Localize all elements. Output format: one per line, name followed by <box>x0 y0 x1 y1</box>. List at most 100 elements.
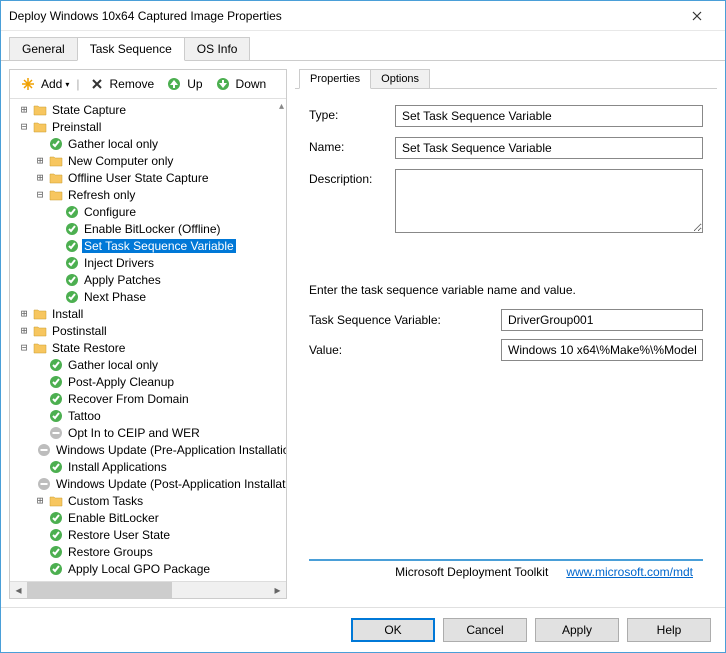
tree-node[interactable]: Tattoo <box>10 407 286 424</box>
tree-node[interactable]: ⊟ Refresh only <box>10 186 286 203</box>
tree-node[interactable]: ⊟ Preinstall <box>10 118 286 135</box>
scroll-up-arrow[interactable]: ▴ <box>279 101 284 112</box>
tree-node-label: Set Task Sequence Variable <box>82 239 236 253</box>
tree-node[interactable]: Windows Update (Pre-Application Installa… <box>10 441 286 458</box>
tree-node-label: Tattoo <box>66 409 103 423</box>
expand-icon[interactable]: ⊞ <box>18 307 30 320</box>
variable-label: Task Sequence Variable: <box>309 313 501 327</box>
props-tab-options[interactable]: Options <box>370 69 430 88</box>
scroll-right-arrow[interactable]: ▸ <box>269 583 286 597</box>
scroll-track[interactable] <box>27 582 269 598</box>
expand-icon[interactable]: ⊞ <box>18 103 30 116</box>
expand-icon[interactable]: ⊞ <box>18 324 30 337</box>
variable-input[interactable] <box>501 309 703 331</box>
check-icon <box>48 544 64 560</box>
value-label: Value: <box>309 343 501 357</box>
tree-node-label: Refresh only <box>66 188 137 202</box>
tree-node[interactable]: Apply Local GPO Package <box>10 560 286 577</box>
cancel-button[interactable]: Cancel <box>443 618 527 642</box>
tree-node[interactable]: Opt In to CEIP and WER <box>10 424 286 441</box>
down-icon <box>215 76 231 92</box>
tree-node[interactable]: Restore Groups <box>10 543 286 560</box>
tree-node[interactable]: Gather local only <box>10 356 286 373</box>
collapse-icon[interactable]: ⊟ <box>34 188 46 201</box>
expand-icon[interactable]: ⊞ <box>34 579 46 581</box>
apply-button[interactable]: Apply <box>535 618 619 642</box>
folder-icon <box>32 340 48 356</box>
tree-node-label: Preinstall <box>50 120 103 134</box>
scroll-left-arrow[interactable]: ◂ <box>10 583 27 597</box>
tree-node[interactable]: Install Applications <box>10 458 286 475</box>
name-input[interactable] <box>395 137 703 159</box>
folder-icon <box>48 170 64 186</box>
tree-node[interactable]: Apply Patches <box>10 271 286 288</box>
up-label: Up <box>187 77 202 91</box>
task-sequence-pane: Add ▾ | Remove Up Down ⊞State Capt <box>9 69 287 599</box>
value-input[interactable] <box>501 339 703 361</box>
tree-node-label: Gather local only <box>66 358 160 372</box>
help-button[interactable]: Help <box>627 618 711 642</box>
folder-icon <box>48 153 64 169</box>
tree-node[interactable]: ⊞Offline User State Capture <box>10 169 286 186</box>
tree-node[interactable]: ⊞Install <box>10 305 286 322</box>
up-button[interactable]: Up <box>160 74 206 94</box>
main-tabs: GeneralTask SequenceOS Info <box>1 35 725 61</box>
down-button[interactable]: Down <box>209 74 271 94</box>
up-icon <box>166 76 182 92</box>
tree-node[interactable]: ⊟State Restore <box>10 339 286 356</box>
expand-icon[interactable]: ⊞ <box>34 494 46 507</box>
folder-icon <box>48 187 64 203</box>
tree-node-label: Custom Tasks <box>66 494 145 508</box>
tree-node[interactable]: Recover From Domain <box>10 390 286 407</box>
main-tab-general[interactable]: General <box>9 37 78 60</box>
tree-node[interactable]: Enable BitLocker <box>10 509 286 526</box>
name-label: Name: <box>309 137 395 154</box>
description-input[interactable] <box>395 169 703 233</box>
tree-node[interactable]: ⊞State Capture <box>10 101 286 118</box>
props-tab-properties[interactable]: Properties <box>299 69 371 89</box>
hint-text: Enter the task sequence variable name an… <box>309 283 703 297</box>
main-tab-os-info[interactable]: OS Info <box>184 37 251 60</box>
tree-scroll[interactable]: ⊞State Capture ⊟ Preinstall Gather local on… <box>10 99 286 581</box>
check-icon <box>48 510 64 526</box>
tree-node-label: Gather local only <box>66 137 160 151</box>
toolbar: Add ▾ | Remove Up Down <box>10 70 286 99</box>
check-icon <box>64 289 80 305</box>
check-icon <box>48 357 64 373</box>
horizontal-scrollbar[interactable]: ◂ ▸ <box>10 581 286 598</box>
expand-icon[interactable]: ⊞ <box>34 154 46 167</box>
expand-icon[interactable]: ⊞ <box>34 171 46 184</box>
tree-node[interactable]: ⊞Imaging <box>10 577 286 581</box>
main-tab-task-sequence[interactable]: Task Sequence <box>77 37 185 61</box>
dash-icon <box>36 476 52 492</box>
tree-node[interactable]: ⊞Postinstall <box>10 322 286 339</box>
mdt-link[interactable]: www.microsoft.com/mdt <box>566 565 693 579</box>
ok-button[interactable]: OK <box>351 618 435 642</box>
check-icon <box>64 238 80 254</box>
add-button[interactable]: Add ▾ <box>14 74 73 94</box>
tree-node[interactable]: Restore User State <box>10 526 286 543</box>
dash-icon <box>48 425 64 441</box>
collapse-icon[interactable]: ⊟ <box>18 341 30 354</box>
tree-node[interactable]: ⊞New Computer only <box>10 152 286 169</box>
tree-node[interactable]: Inject Drivers <box>10 254 286 271</box>
tree-node[interactable]: Post-Apply Cleanup <box>10 373 286 390</box>
scroll-thumb[interactable] <box>27 582 172 598</box>
tree-node[interactable]: Set Task Sequence Variable <box>10 237 286 254</box>
tree-node-label: Recover From Domain <box>66 392 191 406</box>
tree-node[interactable]: Windows Update (Post-Application Install… <box>10 475 286 492</box>
tree-node-label: Configure <box>82 205 138 219</box>
check-icon <box>48 391 64 407</box>
description-label: Description: <box>309 169 395 186</box>
close-button[interactable] <box>677 3 717 29</box>
remove-button[interactable]: Remove <box>83 74 159 94</box>
dialog-window: Deploy Windows 10x64 Captured Image Prop… <box>0 0 726 653</box>
tree-node[interactable]: Enable BitLocker (Offline) <box>10 220 286 237</box>
collapse-icon[interactable]: ⊟ <box>18 120 30 133</box>
tree-node[interactable]: Configure <box>10 203 286 220</box>
tree-node[interactable]: ⊞ Custom Tasks <box>10 492 286 509</box>
check-icon <box>48 527 64 543</box>
tree-node[interactable]: Gather local only <box>10 135 286 152</box>
tree-node-label: Apply Local GPO Package <box>66 562 212 576</box>
tree-node[interactable]: Next Phase <box>10 288 286 305</box>
